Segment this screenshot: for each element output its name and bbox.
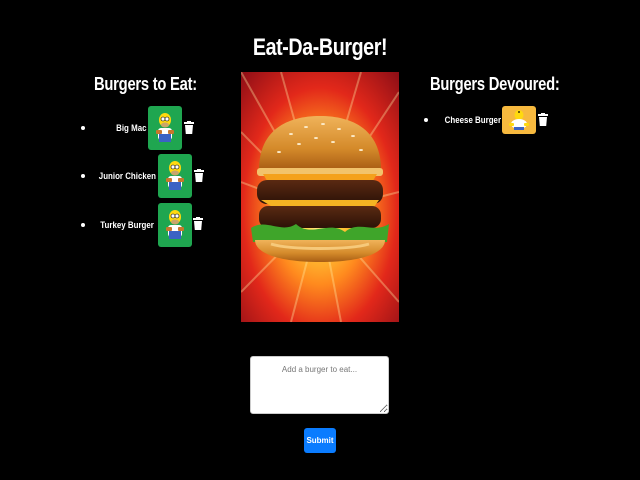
trash-icon[interactable] — [194, 169, 204, 182]
burger-name: Junior Chicken — [98, 171, 156, 181]
bullet — [81, 126, 85, 130]
burgers-to-eat-heading: Burgers to Eat: — [94, 74, 197, 94]
homer-icon — [166, 161, 184, 190]
trash-icon[interactable] — [538, 113, 548, 126]
devour-button[interactable] — [158, 154, 192, 198]
trash-icon[interactable] — [193, 217, 203, 230]
homer-icon — [166, 210, 184, 239]
devour-button[interactable] — [148, 106, 182, 150]
burgers-devoured-heading: Burgers Devoured: — [430, 74, 560, 94]
hero-burger-image — [241, 72, 399, 322]
homer-satisfied-icon — [509, 110, 529, 130]
burger-name: Turkey Burger — [100, 220, 154, 230]
burger-name: Cheese Burger — [444, 115, 501, 125]
devour-button[interactable] — [158, 203, 192, 247]
page-title: Eat-Da-Burger! — [252, 34, 388, 61]
bullet — [81, 223, 85, 227]
burger-input[interactable] — [250, 356, 389, 414]
trash-icon[interactable] — [184, 121, 194, 134]
burger-name: Big Mac — [116, 123, 147, 133]
burger-illustration — [241, 72, 399, 322]
homer-icon — [156, 113, 174, 142]
devoured-burger-button[interactable] — [502, 106, 536, 134]
bullet — [81, 174, 85, 178]
submit-button[interactable]: Submit — [304, 428, 336, 453]
bullet — [424, 118, 428, 122]
